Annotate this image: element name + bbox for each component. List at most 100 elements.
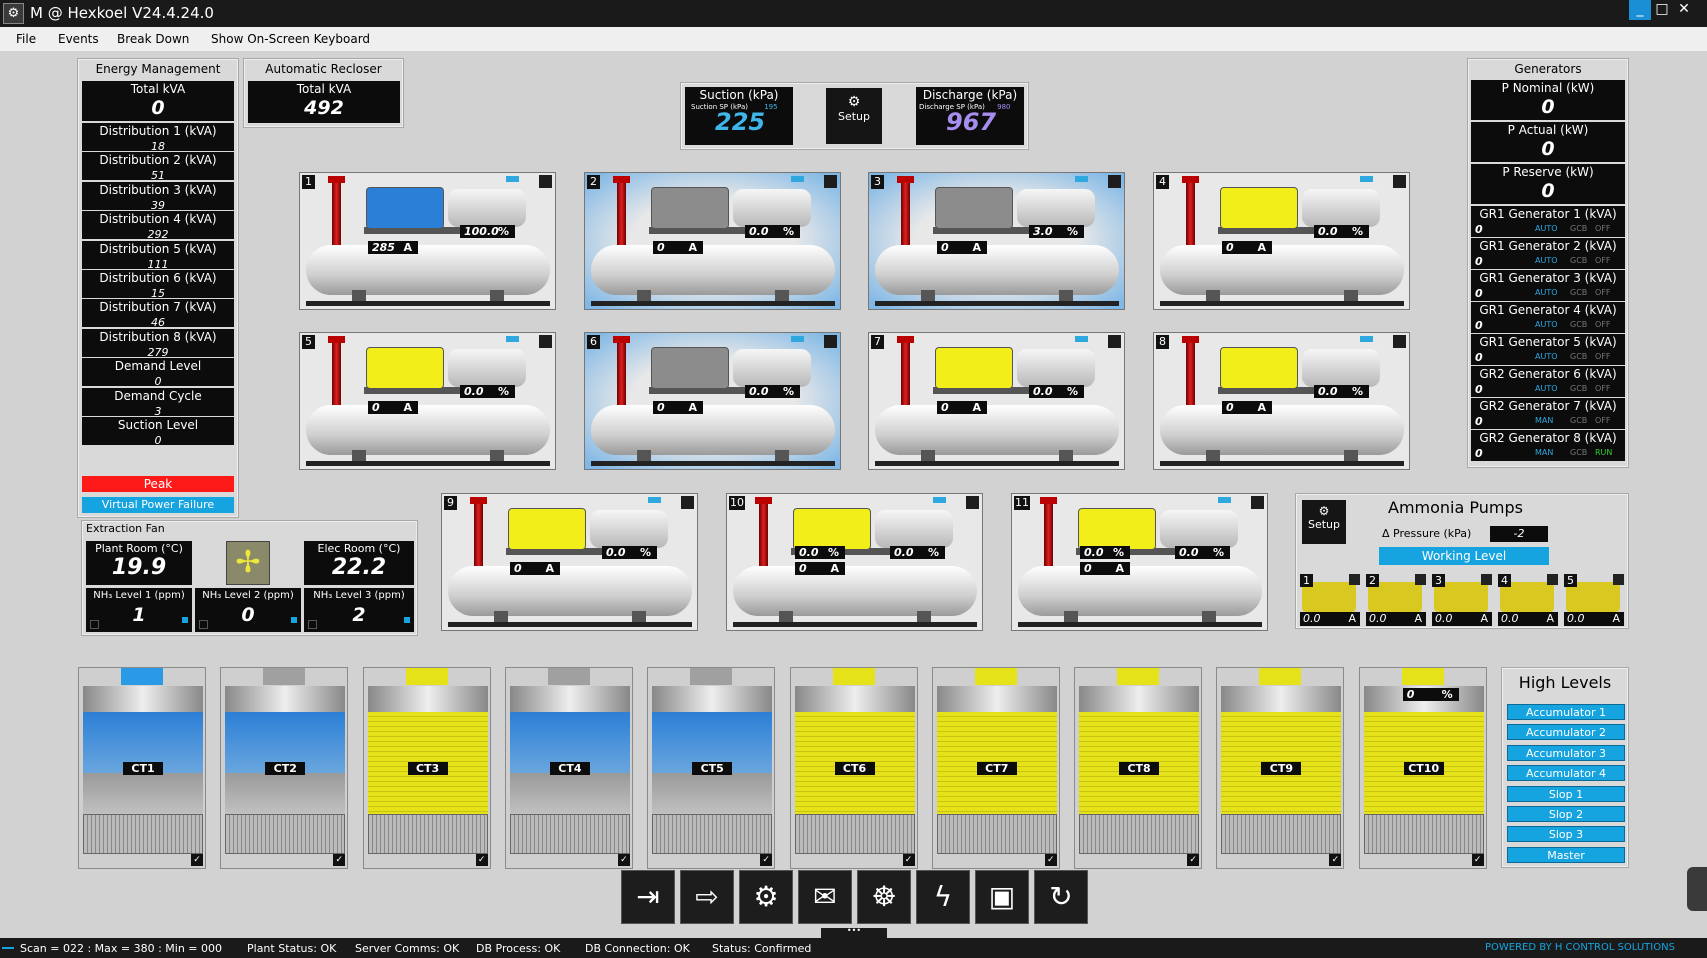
ammonia-setup-button[interactable]: ⚙ Setup [1302,500,1346,544]
save-button[interactable]: ▣ [975,870,1029,924]
ammonia-title: Ammonia Pumps [1388,498,1523,517]
pump-status-square [1415,574,1426,585]
status-indicator [2,947,14,949]
save-icon: ▣ [988,880,1016,913]
tower-grill [367,814,488,854]
menu-keyboard[interactable]: Show On-Screen Keyboard [211,32,370,46]
cooling-tower-6[interactable]: CT6 ✓ [789,667,918,869]
tower-top [1079,686,1200,712]
power-button[interactable]: ϟ [916,870,970,924]
cooling-tower-5[interactable]: CT5 ✓ [647,667,776,869]
compressor-10[interactable]: 10 0.0% 0 A 0.0% [726,493,983,631]
cooling-tower-3[interactable]: CT3 ✓ [362,667,491,869]
compressor-1[interactable]: 1 100.0% 285 A [299,172,556,310]
close-button[interactable]: ✕ [1673,0,1695,20]
amps-unit: A [1257,401,1266,414]
refresh-button[interactable]: ↻ [1034,870,1088,924]
capacity-unit: % [497,385,509,398]
high-level-4[interactable]: Accumulator 4 [1507,765,1625,782]
ammonia-pump-3[interactable]: 3 0.0 A [1432,574,1492,629]
users-settings-button[interactable]: ⚙ [739,870,793,924]
tower-grill [225,814,346,854]
tower-label: CT9 [1261,762,1302,775]
tower-label: CT3 [407,762,448,775]
setup-label: Setup [837,110,871,123]
cooling-tower-4[interactable]: CT4 ✓ [504,667,633,869]
tower-check-icon[interactable]: ✓ [760,854,773,866]
cooling-tower-8[interactable]: CT8 ✓ [1074,667,1203,869]
oil-separator [617,179,626,245]
logout-button[interactable]: ⇨ [680,870,734,924]
tower-check-icon[interactable]: ✓ [902,854,915,866]
expand-handle[interactable]: ••• [821,927,887,938]
compressor-9[interactable]: 9 0.0% 0 A [441,493,698,631]
maximize-button[interactable]: □ [1651,0,1673,20]
gear-tree-button[interactable]: ☸ [857,870,911,924]
generator-state: OFF [1595,320,1611,329]
high-level-7[interactable]: Slop 3 [1507,826,1625,843]
compressor-6[interactable]: 6 0.0% 0 A [584,332,841,470]
cooling-tower-7[interactable]: CT7 ✓ [931,667,1060,869]
high-level-2[interactable]: Accumulator 2 [1507,724,1625,741]
cooling-tower-10[interactable]: CT10 ✓ 0% [1358,667,1487,869]
ammonia-pump-5[interactable]: 5 0.0 A [1564,574,1624,629]
base-rail [591,301,835,306]
tower-check-icon[interactable]: ✓ [1329,854,1342,866]
generator-mode: AUTO [1535,320,1558,329]
tower-check-icon[interactable]: ✓ [1471,854,1484,866]
high-level-3[interactable]: Accumulator 3 [1507,744,1625,761]
pump-value: 0.0 [1303,612,1321,625]
compressor-number: 9 [444,496,457,510]
generator-row: GR1 Generator 3 (kVA) 0 AUTO GCB OFF [1471,270,1625,301]
ammonia-pump-1[interactable]: 1 0.0 A [1300,574,1360,629]
menu-events[interactable]: Events [58,32,99,46]
minimize-button[interactable]: _ [1629,0,1651,20]
oil-separator-cap [328,176,345,183]
status-scan: Scan = 022 : Max = 380 : Min = 000 [20,942,223,955]
generator-row: GR1 Generator 5 (kVA) 0 AUTO GCB OFF [1471,334,1625,365]
compressor-8[interactable]: 8 0.0% 0 A [1153,332,1410,470]
tower-check-icon[interactable]: ✓ [191,854,203,866]
compressor-number: 2 [587,175,600,189]
compressor-7[interactable]: 7 0.0% 0 A [868,332,1125,470]
high-level-6[interactable]: Slop 2 [1507,806,1625,822]
tower-check-icon[interactable]: ✓ [475,854,488,866]
base-rail [1160,301,1404,306]
setup-button[interactable]: ⚙ Setup [826,88,882,144]
side-keyboard-tab[interactable] [1687,867,1707,911]
ammonia-pump-4[interactable]: 4 0.0 A [1498,574,1558,629]
suction-title: Suction (kPa) [699,88,779,102]
high-level-1[interactable]: Accumulator 1 [1507,704,1625,720]
cooling-tower-2[interactable]: CT2 ✓ [220,667,349,869]
menu-file[interactable]: File [16,32,36,46]
login-button[interactable]: ⇥ [621,870,675,924]
tower-cap [121,668,163,685]
generator-mode: MAN [1535,416,1554,425]
mail-button[interactable]: ✉ [798,870,852,924]
compressor-5[interactable]: 5 0.0% 0 A [299,332,556,470]
suction-block: Suction (kPa) Suction SP (kPa) 195 225 [685,87,793,145]
compressor-2[interactable]: 2 0.0% 0 A [584,172,841,310]
generator-label: GR1 Generator 3 (kVA) [1479,271,1617,285]
high-level-8[interactable]: Master [1507,846,1625,863]
suction-value: 225 [715,108,766,136]
users-settings-icon: ⚙ [753,880,779,913]
compressor-11[interactable]: 11 0.0% 0 A 0.0% [1011,493,1268,631]
cooling-tower-1[interactable]: CT1 ✓ [78,667,206,869]
virtual-power-failure-button[interactable]: Virtual Power Failure [82,497,234,513]
compressor-4[interactable]: 4 0.0% 0 A [1153,172,1410,310]
energy-row-label: Distribution 4 (kVA) [99,212,217,227]
oil-separator [901,179,910,245]
cooling-tower-9[interactable]: CT9 ✓ [1216,667,1345,869]
ammonia-pump-2[interactable]: 2 0.0 A [1366,574,1426,629]
high-level-5[interactable]: Slop 1 [1507,785,1625,802]
tower-check-icon[interactable]: ✓ [1044,854,1057,866]
tower-check-icon[interactable]: ✓ [617,854,630,866]
compressor-3[interactable]: 3 3.0% 0 A [868,172,1125,310]
tower-check-icon[interactable]: ✓ [1187,854,1200,866]
amps-readout: 285 A [368,241,418,254]
tower-check-icon[interactable]: ✓ [333,854,346,866]
base-rail [306,301,550,306]
pump-value: 0.0 [1369,612,1387,625]
menu-break-down[interactable]: Break Down [117,32,189,46]
